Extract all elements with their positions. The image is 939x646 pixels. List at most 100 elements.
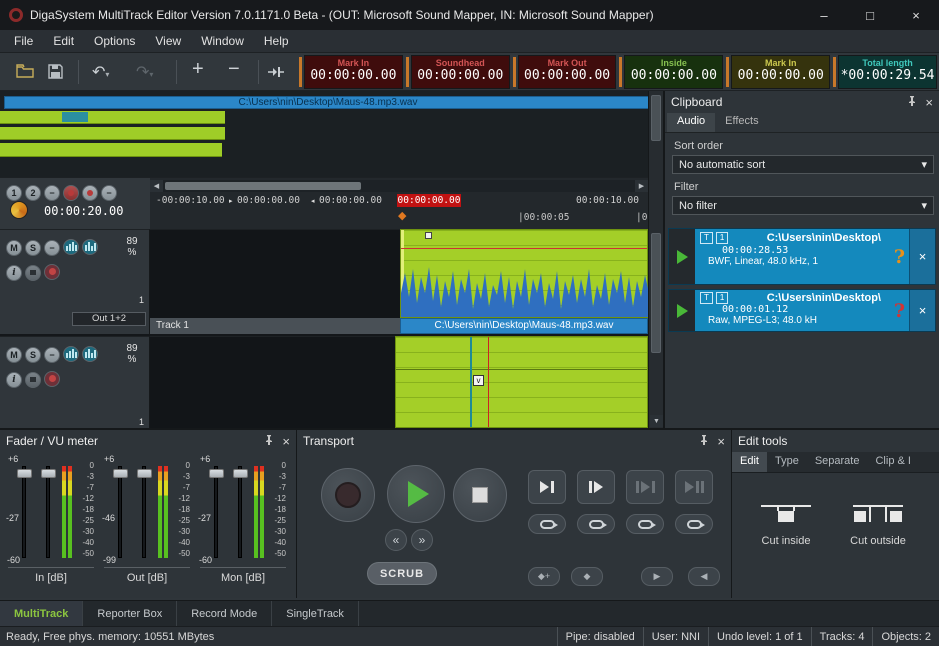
undo-dropdown-caret[interactable]: ▾ xyxy=(105,70,109,79)
info-button[interactable]: i xyxy=(6,265,22,281)
menu-file[interactable]: File xyxy=(4,31,43,51)
scroll-right-icon[interactable]: ▶ xyxy=(635,180,648,192)
play-between-marks-button[interactable] xyxy=(626,470,664,504)
track2-audio-object[interactable]: v xyxy=(395,336,648,428)
preview-play-button[interactable] xyxy=(669,229,695,284)
undo-icon[interactable]: ↶▾ xyxy=(92,62,109,82)
remove-icon[interactable]: − xyxy=(228,58,240,81)
pin-icon[interactable] xyxy=(264,434,274,448)
loop-button[interactable] xyxy=(577,514,615,534)
info-button[interactable]: i xyxy=(6,372,22,388)
layout-1-button[interactable]: 1 xyxy=(6,185,22,201)
tab-reporter-box[interactable]: Reporter Box xyxy=(83,601,177,626)
close-panel-icon[interactable]: × xyxy=(282,434,290,449)
play-button[interactable] xyxy=(387,465,445,523)
overview-segment[interactable] xyxy=(62,112,88,122)
loop-button[interactable] xyxy=(528,514,566,534)
marker-button[interactable]: ◆ xyxy=(571,567,603,586)
open-folder-icon[interactable] xyxy=(16,64,34,83)
cut-outside-button[interactable]: Cut outside xyxy=(836,482,920,566)
clipboard-item-body[interactable]: T 1 C:\Users\nin\Desktop\ 00:00:28.53 BW… xyxy=(695,229,909,284)
fader-slider[interactable] xyxy=(214,466,218,558)
skip-back-button[interactable]: « xyxy=(385,529,407,551)
track1-object-title-bar[interactable]: C:\Users\nin\Desktop\Maus-48.mp3.wav xyxy=(400,318,648,334)
pin-icon[interactable] xyxy=(699,434,709,448)
tab-separate[interactable]: Separate xyxy=(807,452,868,472)
close-panel-icon[interactable]: × xyxy=(925,95,933,110)
tab-singletrack[interactable]: SingleTrack xyxy=(272,601,359,626)
tab-effects[interactable]: Effects xyxy=(715,113,768,132)
tab-multitrack[interactable]: MultiTrack xyxy=(0,601,83,626)
remove-item-button[interactable]: × xyxy=(909,290,935,331)
meter-button[interactable] xyxy=(63,346,79,362)
track1-audio-object[interactable] xyxy=(400,229,648,318)
fader-slider[interactable] xyxy=(46,466,50,558)
remove-item-button[interactable]: × xyxy=(909,229,935,284)
cut-inside-button[interactable]: Cut inside xyxy=(744,482,828,566)
menu-edit[interactable]: Edit xyxy=(43,31,84,51)
object-handle[interactable] xyxy=(425,232,432,239)
fader-slider[interactable] xyxy=(118,466,122,558)
punch-button[interactable] xyxy=(82,185,98,201)
edit-cursor-line[interactable] xyxy=(470,337,472,427)
volume-point-marker[interactable]: v xyxy=(473,375,484,386)
scrub-button[interactable]: SCRUB xyxy=(367,562,437,585)
record-arm-button[interactable] xyxy=(44,371,60,387)
fader-handle[interactable] xyxy=(41,469,56,478)
tab-record-mode[interactable]: Record Mode xyxy=(177,601,272,626)
loop-button[interactable] xyxy=(675,514,713,534)
layout-2-button[interactable]: 2 xyxy=(25,185,41,201)
fader-slider[interactable] xyxy=(238,466,242,558)
minimize-button[interactable]: – xyxy=(801,0,847,30)
tab-edit[interactable]: Edit xyxy=(732,452,767,472)
menu-help[interactable]: Help xyxy=(254,31,299,51)
snap-to-marker-icon[interactable] xyxy=(268,65,284,83)
minimize-track-button[interactable]: − xyxy=(44,347,60,363)
record-button[interactable] xyxy=(321,468,375,522)
menu-options[interactable]: Options xyxy=(84,31,145,51)
clipboard-item-body[interactable]: T 1 C:\Users\nin\Desktop\ 00:00:01.12 Ra… xyxy=(695,290,909,331)
minimize-track-button[interactable]: − xyxy=(44,240,60,256)
pin-icon[interactable] xyxy=(907,95,917,109)
stop-button[interactable] xyxy=(453,468,507,522)
redo-dropdown-caret[interactable]: ▾ xyxy=(149,70,153,79)
vertical-scroll-thumb[interactable] xyxy=(651,95,661,141)
menu-view[interactable]: View xyxy=(145,31,191,51)
meter-button[interactable] xyxy=(82,239,98,255)
overview-track-bar[interactable] xyxy=(0,127,225,140)
meter-button[interactable] xyxy=(82,346,98,362)
sort-order-select[interactable]: No automatic sort▾ xyxy=(672,155,934,174)
skip-forward-button[interactable]: » xyxy=(411,529,433,551)
maximize-button[interactable]: □ xyxy=(847,0,893,30)
play-to-mark-button[interactable] xyxy=(528,470,566,504)
scroll-left-icon[interactable]: ◀ xyxy=(150,180,163,192)
clipboard-item[interactable]: T 1 C:\Users\nin\Desktop\ 00:00:28.53 BW… xyxy=(668,228,936,285)
soundhead-marker-icon[interactable]: ◆ xyxy=(398,209,406,222)
solo-button[interactable]: S xyxy=(25,240,41,256)
overview-object[interactable]: C:\Users\nin\Desktop\Maus-48.mp3.wav xyxy=(4,96,652,109)
fader-slider[interactable] xyxy=(22,466,26,558)
clip-level-line[interactable] xyxy=(401,248,647,249)
mute-button[interactable]: M xyxy=(6,347,22,363)
fader-handle[interactable] xyxy=(137,469,152,478)
mute-button[interactable]: M xyxy=(6,240,22,256)
timeline-ruler[interactable]: ◀ ▶ -00:00:10.00 ▸ 00:00:00.00 ◂ 00:00:0… xyxy=(150,177,648,229)
shuttle-wheel-icon[interactable] xyxy=(10,201,28,219)
record-arm-button[interactable] xyxy=(44,264,60,280)
redo-icon[interactable]: ↷▾ xyxy=(136,62,153,82)
meter-button[interactable] xyxy=(63,239,79,255)
prev-marker-button[interactable]: ◀ xyxy=(688,567,720,586)
horizontal-scroll-thumb[interactable] xyxy=(165,182,361,190)
output-selector[interactable]: Out 1+2 xyxy=(72,312,146,326)
close-panel-icon[interactable]: × xyxy=(717,434,725,449)
tab-clip[interactable]: Clip & I xyxy=(867,452,918,472)
record-enable-button[interactable] xyxy=(63,185,79,201)
fader-handle[interactable] xyxy=(113,469,128,478)
clipboard-item[interactable]: T 1 C:\Users\nin\Desktop\ 00:00:01.12 Ra… xyxy=(668,289,936,332)
fader-handle[interactable] xyxy=(17,469,32,478)
lock-button[interactable] xyxy=(25,265,41,281)
add-icon[interactable]: + xyxy=(192,58,204,81)
vertical-scroll-thumb[interactable] xyxy=(651,233,661,353)
overview-track-bar[interactable] xyxy=(0,143,222,157)
collapse-button[interactable]: − xyxy=(44,185,60,201)
